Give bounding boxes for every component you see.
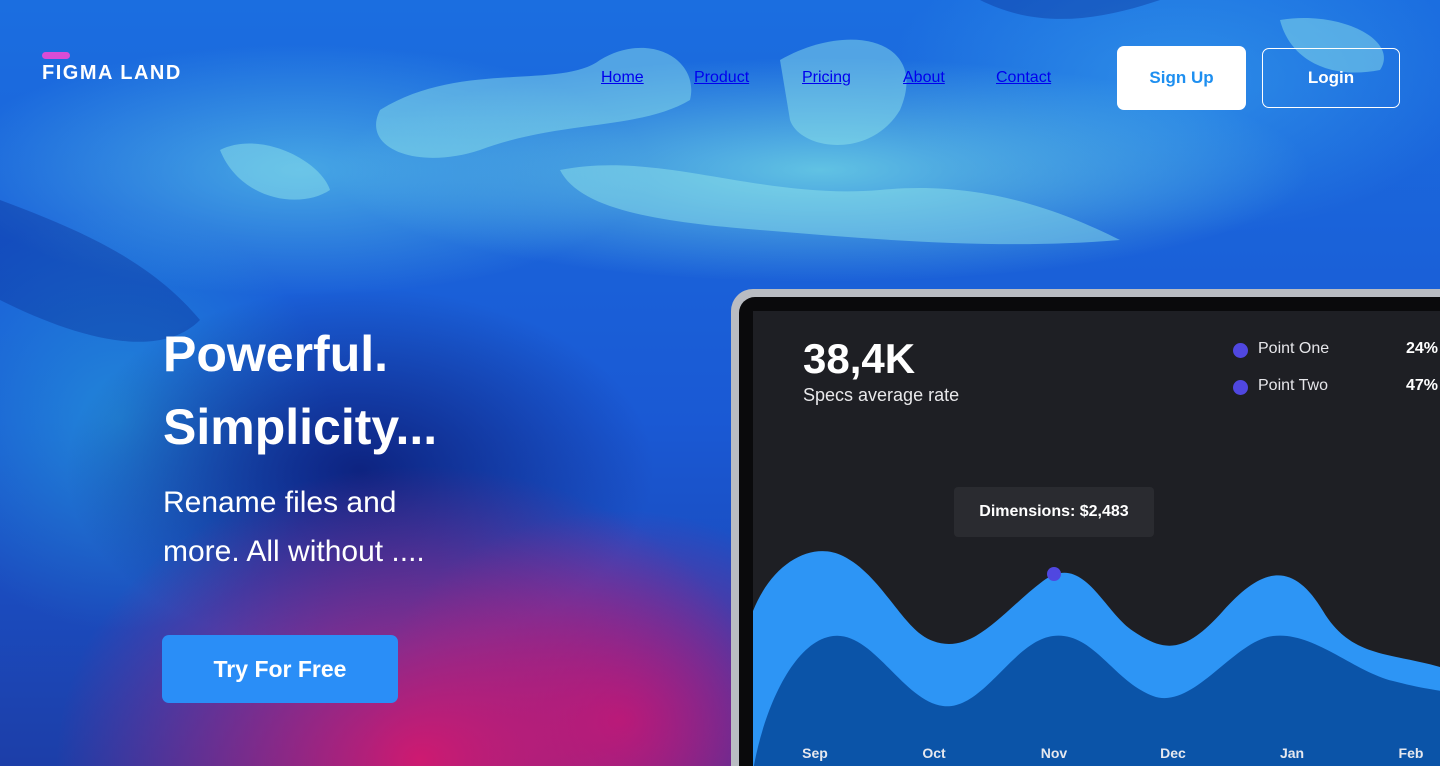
nav-product[interactable]: Product: [694, 69, 749, 87]
device-mockup: 38,4K Specs average rate Point One 24% P…: [731, 289, 1440, 766]
month-label-dec: Dec: [1160, 745, 1186, 761]
nav-contact[interactable]: Contact: [996, 69, 1051, 87]
headline-line-1: Powerful.: [163, 326, 389, 382]
month-label-nov: Nov: [1040, 745, 1068, 761]
subtext-line-1: Rename files and: [163, 486, 397, 519]
nav-home[interactable]: Home: [601, 69, 644, 87]
headline-line-2: Simplicity...: [163, 399, 438, 455]
dark-wave-area: [753, 635, 1440, 766]
device-bezel: 38,4K Specs average rate Point One 24% P…: [739, 297, 1440, 766]
subtext-line-2: more. All without ....: [163, 535, 425, 568]
month-label-jan: Jan: [1279, 745, 1305, 761]
chart-marker-point: [1047, 567, 1061, 581]
logo-text: FIGMA LAND: [42, 62, 182, 84]
logo-accent-bar: [42, 52, 70, 59]
signup-button[interactable]: Sign Up: [1117, 46, 1246, 110]
dashboard-screen: 38,4K Specs average rate Point One 24% P…: [753, 311, 1440, 766]
nav-pricing[interactable]: Pricing: [802, 69, 851, 87]
month-label-oct: Oct: [922, 745, 946, 761]
wave-chart: [753, 551, 1440, 766]
try-for-free-button[interactable]: Try For Free: [162, 635, 398, 703]
nav-about[interactable]: About: [903, 69, 945, 87]
month-label-sep: Sep: [802, 745, 828, 761]
hero-subtext: Rename files and more. All without ....: [163, 478, 503, 576]
login-button[interactable]: Login: [1262, 48, 1400, 108]
hero-headline: Powerful. Simplicity...: [163, 318, 437, 464]
month-label-feb: Feb: [1398, 745, 1424, 761]
